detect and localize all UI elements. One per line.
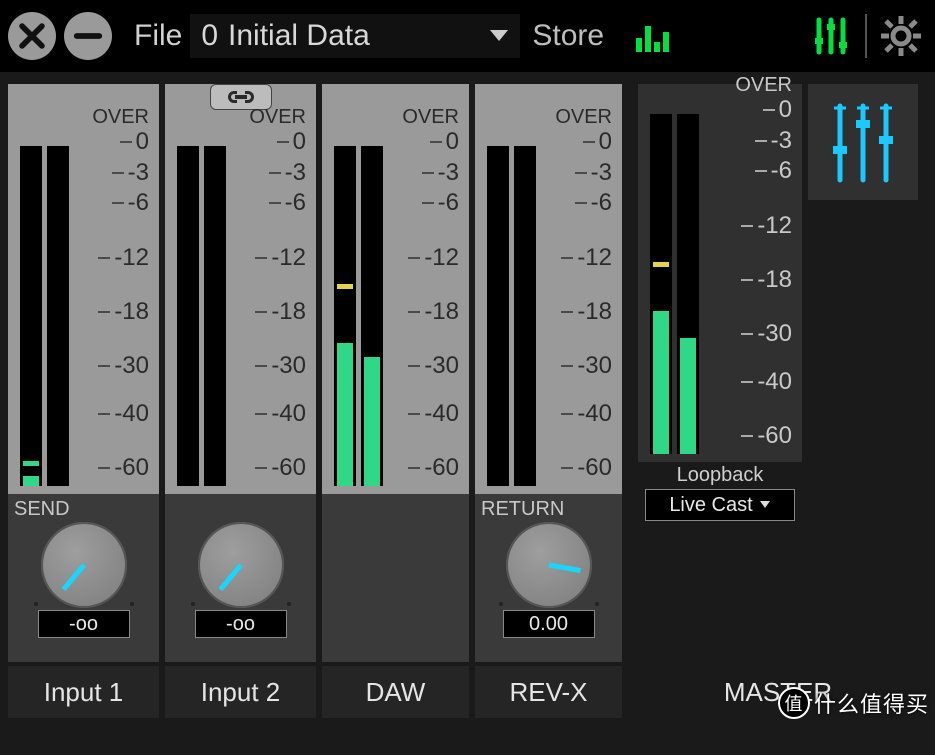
channel-label-revx[interactable]: REV-X	[475, 666, 622, 718]
watermark: 值什么值得买	[778, 687, 929, 719]
meter-bar-right	[514, 146, 536, 486]
master-faders-button[interactable]	[808, 84, 918, 200]
minus-icon	[71, 19, 105, 53]
meter-panel-daw: OVER 0-3-6-12-18-30-40-60	[322, 84, 469, 494]
meter-bar-right	[204, 146, 226, 486]
faders-icon	[828, 98, 898, 188]
return-value[interactable]: 0.00	[503, 610, 595, 638]
meter-scale: OVER 0-3-6-12-18-30-40-60	[75, 128, 153, 468]
send-knob-input1[interactable]	[41, 522, 127, 608]
meter-bar-left	[20, 146, 42, 486]
meters-view-button[interactable]	[626, 10, 678, 62]
bars-icon	[632, 16, 672, 56]
preset-name: Initial Data	[228, 19, 370, 53]
store-button[interactable]: Store	[532, 19, 604, 53]
sliders-icon	[809, 14, 853, 58]
meter-bar-right	[47, 146, 69, 486]
channel-label-input1[interactable]: Input 1	[8, 666, 159, 718]
knob-row: SEND -oo -oo RETURN 0.00	[0, 494, 630, 662]
separator	[865, 14, 867, 58]
preset-index: 0	[201, 19, 218, 53]
knob-panel-input1: SEND -oo	[8, 494, 159, 662]
channel-label-daw[interactable]: DAW	[322, 666, 469, 718]
meter-scale: OVER 0-3-6-12-18-30-40-60	[232, 128, 310, 468]
return-knob-revx[interactable]	[506, 522, 592, 608]
knob-label	[171, 498, 310, 520]
meter-panel-input2: OVER 0-3-6-12-18-30-40-60	[165, 84, 316, 494]
knob-label: RETURN	[481, 498, 616, 520]
meter-bar-right	[677, 114, 699, 454]
meter-bar-left	[650, 114, 672, 454]
knob-panel-revx: RETURN 0.00	[475, 494, 622, 662]
loopback-label: Loopback	[638, 464, 802, 487]
meter-bar-right	[361, 146, 383, 486]
send-value[interactable]: -oo	[38, 610, 130, 638]
master-column: OVER 0-3-6-12-18-30-40-60 Loopback Live …	[630, 72, 926, 718]
meter-scale: OVER 0-3-6-12-18-30-40-60	[705, 96, 796, 436]
meter-scale: OVER 0-3-6-12-18-30-40-60	[389, 128, 463, 468]
channel-meters: OVER 0-3-6-12-18-30-40-60 OVER 0-3-6-	[0, 72, 630, 494]
send-knob-input2[interactable]	[198, 522, 284, 608]
meter-panel-revx: OVER 0-3-6-12-18-30-40-60	[475, 84, 622, 494]
close-button[interactable]	[8, 12, 56, 60]
send-value[interactable]: -oo	[195, 610, 287, 638]
meter-scale: OVER 0-3-6-12-18-30-40-60	[542, 128, 616, 468]
mixer-view-button[interactable]	[805, 10, 857, 62]
knob-panel-input2: -oo	[165, 494, 316, 662]
channel-labels: Input 1 Input 2 DAW REV-X	[0, 662, 630, 718]
topbar: File 0 Initial Data Store	[0, 0, 935, 72]
settings-button[interactable]	[875, 10, 927, 62]
meter-bar-left	[334, 146, 356, 486]
meter-panel-input1: OVER 0-3-6-12-18-30-40-60	[8, 84, 159, 494]
knob-label: SEND	[14, 498, 153, 520]
meter-bar-left	[487, 146, 509, 486]
gear-icon	[879, 14, 923, 58]
chevron-down-icon	[489, 29, 509, 43]
meter-bar-left	[177, 146, 199, 486]
minimize-button[interactable]	[64, 12, 112, 60]
meter-panel-master: OVER 0-3-6-12-18-30-40-60	[638, 84, 802, 462]
channel-label-input2[interactable]: Input 2	[165, 666, 316, 718]
file-label: File	[134, 19, 182, 53]
close-icon	[15, 19, 49, 53]
knob-panel-daw	[322, 494, 469, 662]
preset-selector[interactable]: 0 Initial Data	[190, 14, 520, 58]
